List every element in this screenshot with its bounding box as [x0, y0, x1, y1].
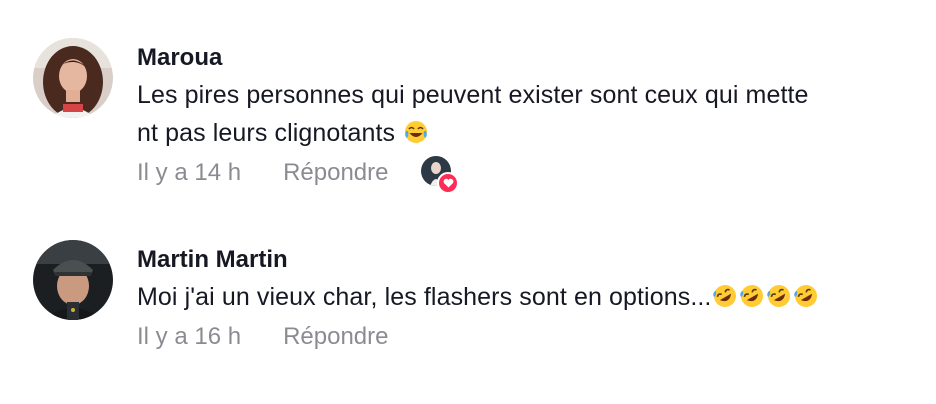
avatar[interactable]	[33, 38, 113, 118]
rofl-emoji-icon	[766, 283, 792, 309]
comment-timestamp: Il y a 14 h	[137, 159, 242, 186]
reply-button[interactable]: Répondre	[283, 159, 388, 187]
comment-timestamp: Il y a 16 h	[137, 323, 242, 350]
comment-text-line: nt pas leurs clignotants	[137, 119, 396, 147]
comment-meta: Il y a 14 h Répondre	[137, 156, 927, 194]
comment-text: Les pires personnes qui peuvent exister …	[137, 76, 927, 152]
creator-liked-badge	[421, 156, 460, 194]
avatar-photo	[33, 240, 113, 320]
comment-meta: Il y a 16 h Répondre	[137, 320, 927, 354]
avatar[interactable]	[33, 240, 113, 320]
comment-text-line: Moi j'ai un vieux char, les flashers son…	[137, 283, 712, 311]
comment-author[interactable]: Martin Martin	[137, 245, 927, 275]
rofl-emoji-icon	[739, 283, 765, 309]
rofl-emoji-icon	[712, 283, 738, 309]
reply-button[interactable]: Répondre	[283, 323, 388, 351]
comment-text-line: Les pires personnes qui peuvent exister …	[137, 81, 809, 109]
comment-author[interactable]: Maroua	[137, 43, 927, 73]
tears-of-joy-emoji-icon	[403, 119, 429, 145]
avatar-photo	[33, 38, 113, 118]
comment-text: Moi j'ai un vieux char, les flashers son…	[137, 278, 927, 316]
heart-icon	[437, 172, 460, 194]
rofl-emoji-icon	[793, 283, 819, 309]
